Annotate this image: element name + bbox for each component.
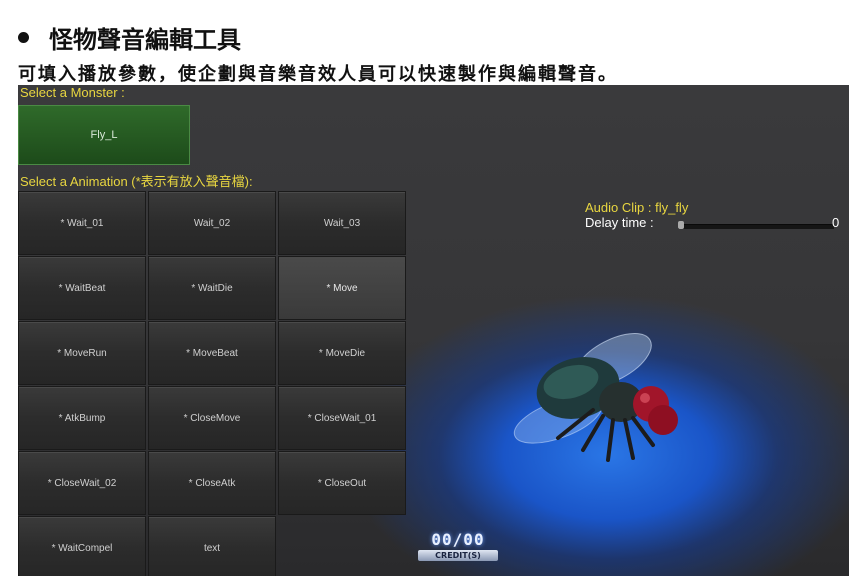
animation-button[interactable]: Wait_03 <box>278 191 406 255</box>
heading: 怪物聲音編輯工具 <box>18 20 241 54</box>
animation-button[interactable]: Wait_02 <box>148 191 276 255</box>
subtitle: 可填入播放參數，使企劃與音樂音效人員可以快速製作與編輯聲音。 <box>18 64 618 85</box>
animation-button-grid: * Wait_01 Wait_02 Wait_03 * WaitBeat * W… <box>18 191 406 576</box>
bullet-icon <box>18 31 29 43</box>
animation-button-selected[interactable]: * Move <box>278 256 406 320</box>
animation-button[interactable]: text <box>148 516 276 576</box>
select-monster-label: Select a Monster : <box>20 85 125 100</box>
animation-button[interactable]: * CloseWait_02 <box>18 451 146 515</box>
animation-button[interactable]: * WaitDie <box>148 256 276 320</box>
delay-time-slider[interactable] <box>678 224 834 229</box>
audio-clip-label: Audio Clip : fly_fly <box>585 200 689 215</box>
game-viewport: Select a Monster : Fly_L Select a Animat… <box>18 85 849 576</box>
delay-time-value: 0 <box>832 215 840 230</box>
animation-button[interactable]: * CloseWait_01 <box>278 386 406 450</box>
animation-button[interactable]: * AtkBump <box>18 386 146 450</box>
delay-time-slider-thumb[interactable] <box>678 221 684 229</box>
animation-button[interactable]: * WaitCompel <box>18 516 146 576</box>
animation-button[interactable]: * CloseOut <box>278 451 406 515</box>
animation-button[interactable]: * MoveBeat <box>148 321 276 385</box>
select-animation-label: Select a Animation (*表示有放入聲音檔): <box>20 174 253 189</box>
credit-display: 00/00 CREDIT(S) <box>410 530 506 561</box>
animation-button[interactable]: * WaitBeat <box>18 256 146 320</box>
animation-button[interactable]: * MoveDie <box>278 321 406 385</box>
monster-button-fly-l[interactable]: Fly_L <box>18 105 190 165</box>
credit-count: 00/00 <box>431 530 485 549</box>
heading-title: 怪物聲音編輯工具 <box>49 24 241 54</box>
animation-button[interactable]: * Wait_01 <box>18 191 146 255</box>
fly-monster-icon <box>513 333 678 462</box>
animation-button[interactable]: * CloseMove <box>148 386 276 450</box>
credit-label: CREDIT(S) <box>418 550 498 561</box>
delay-time-label: Delay time : <box>585 215 654 230</box>
animation-button[interactable]: * CloseAtk <box>148 451 276 515</box>
animation-button[interactable]: * MoveRun <box>18 321 146 385</box>
